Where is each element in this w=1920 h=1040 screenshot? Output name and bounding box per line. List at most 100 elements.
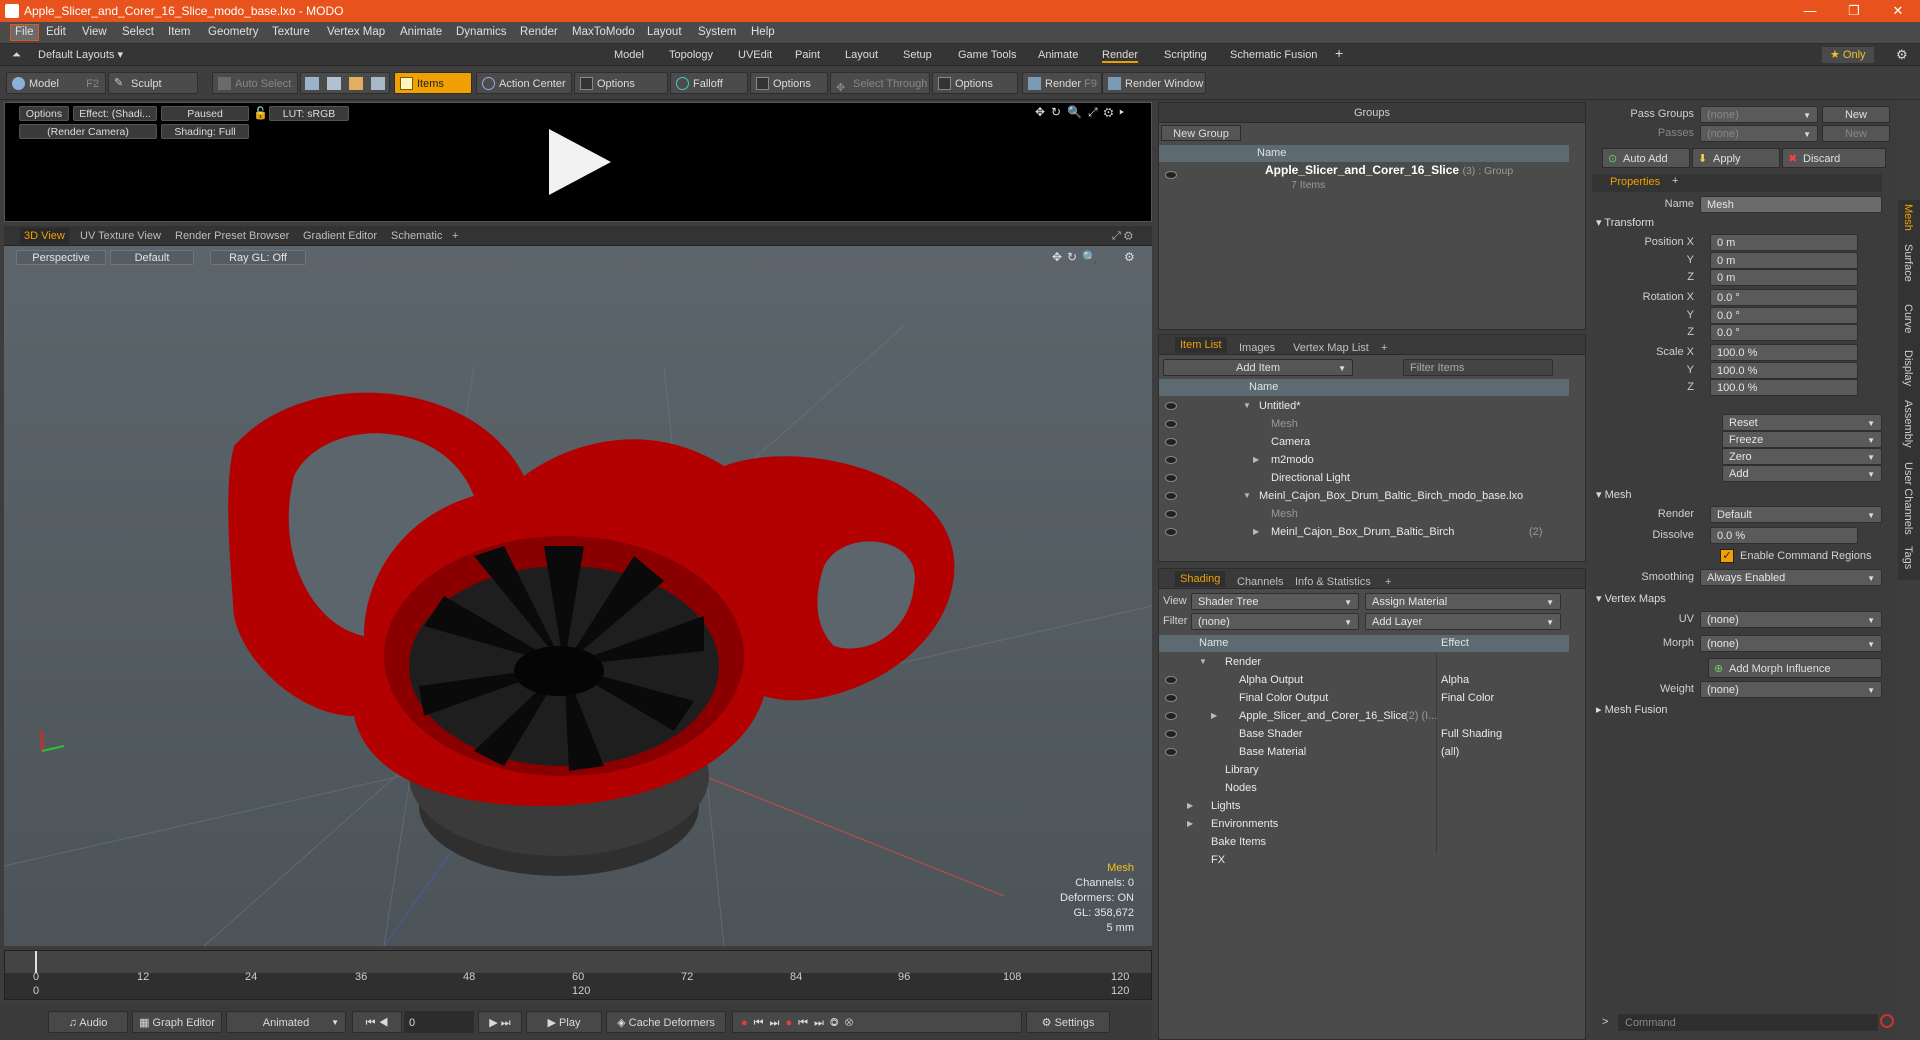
passes-dropdown[interactable]: (none) <box>1700 125 1818 143</box>
tab-properties[interactable]: Properties <box>1610 176 1660 188</box>
command-regions-checkbox[interactable]: ✓ <box>1720 549 1734 563</box>
tab-uvedit[interactable]: UVEdit <box>738 47 772 63</box>
action-center-options-button[interactable]: Options <box>574 72 668 94</box>
menu-help[interactable]: Help <box>751 26 775 38</box>
3d-viewport[interactable]: Perspective Default Ray GL: Off ✥↻🔍 ⚙ Me… <box>4 246 1152 946</box>
menu-render[interactable]: Render <box>520 26 558 38</box>
position-z-field[interactable]: 0 m <box>1710 269 1858 286</box>
add-dropdown[interactable]: Add <box>1722 465 1882 483</box>
visibility-eye-icon[interactable] <box>1165 510 1177 518</box>
timeline[interactable]: 0 12 24 36 48 60 72 84 96 108 120 0 120 … <box>4 950 1152 1000</box>
shader-tree-row[interactable]: Library <box>1159 761 1569 779</box>
shader-visibility-icon[interactable] <box>1165 694 1177 702</box>
item-list-row[interactable]: ▼ Untitled* <box>1159 397 1569 415</box>
render-window-button[interactable]: Render Window <box>1102 72 1206 94</box>
viewport-nav-controls[interactable]: ✥↻🔍 <box>1052 250 1102 264</box>
edges-mode-icon[interactable] <box>327 77 341 90</box>
item-list-row[interactable]: Camera <box>1159 433 1569 451</box>
menu-vertex-map[interactable]: Vertex Map <box>327 26 385 38</box>
smoothing-dropdown[interactable]: Always Enabled <box>1700 569 1882 587</box>
visibility-eye-icon[interactable] <box>1165 420 1177 428</box>
key-controls[interactable]: ●⏮⏭●⏮⏭◎⊗ <box>732 1011 1022 1033</box>
side-tab-mesh[interactable]: Mesh <box>1902 204 1914 231</box>
playhead[interactable] <box>35 951 37 973</box>
shader-tree-row[interactable]: Base Shader Full Shading <box>1159 725 1569 743</box>
side-tab-assembly[interactable]: Assembly <box>1902 400 1914 448</box>
transport-back-buttons[interactable]: ⏮ ◀ <box>352 1011 402 1033</box>
preview-view-controls[interactable]: ✥↻🔍⤢⚙▸ <box>1035 105 1130 120</box>
render-camera-dropdown[interactable]: (Render Camera) <box>19 124 157 139</box>
menu-layout[interactable]: Layout <box>647 26 682 38</box>
lock-icon[interactable]: 🔓 <box>253 106 268 120</box>
side-tab-surface[interactable]: Surface <box>1902 244 1914 282</box>
expand-arrow-icon[interactable]: ▶ <box>1253 451 1259 469</box>
shader-effect-value[interactable]: (all) <box>1441 743 1459 761</box>
shader-tree-row[interactable]: Final Color Output Final Color <box>1159 689 1569 707</box>
item-list-row[interactable]: Mesh <box>1159 415 1569 433</box>
items-mode-button[interactable]: Items <box>394 72 472 94</box>
command-record-icon[interactable] <box>1880 1014 1894 1028</box>
transport-forward-buttons[interactable]: ▶ ⏭ <box>478 1011 522 1033</box>
falloff-button[interactable]: Falloff <box>670 72 748 94</box>
shader-visibility-icon[interactable] <box>1165 748 1177 756</box>
visibility-eye-icon[interactable] <box>1165 438 1177 446</box>
shader-tree-dropdown[interactable]: Shader Tree <box>1191 593 1359 611</box>
layout-gear-icon[interactable]: ⚙ <box>1896 47 1908 63</box>
mesh-section[interactable]: ▾ Mesh <box>1596 488 1631 501</box>
side-tab-display[interactable]: Display <box>1902 350 1914 386</box>
scale-y-field[interactable]: 100.0 % <box>1710 362 1858 379</box>
action-center-button[interactable]: Action Center <box>476 72 572 94</box>
add-list-tab[interactable]: + <box>1381 338 1387 358</box>
command-input[interactable]: Command <box>1618 1014 1878 1031</box>
falloff-options-button[interactable]: Options <box>750 72 828 94</box>
shader-tree-row[interactable]: FX <box>1159 851 1569 869</box>
menu-select[interactable]: Select <box>122 26 154 38</box>
visibility-eye-icon[interactable] <box>1165 492 1177 500</box>
zero-dropdown[interactable]: Zero <box>1722 448 1882 466</box>
tab-schematic[interactable]: Schematic <box>391 230 442 242</box>
maximize-button[interactable]: ❐ <box>1832 0 1876 22</box>
timeline-ruler[interactable] <box>5 951 1151 973</box>
select-through-button[interactable]: ✥ Select Through <box>830 72 930 94</box>
position-x-field[interactable]: 0 m <box>1710 234 1858 251</box>
scale-x-field[interactable]: 100.0 % <box>1710 344 1858 361</box>
visibility-eye-icon[interactable] <box>1165 456 1177 464</box>
tab-render[interactable]: Render <box>1102 47 1139 63</box>
shader-expand-arrow-icon[interactable]: ▼ <box>1199 653 1207 671</box>
rotation-z-field[interactable]: 0.0 ° <box>1710 324 1858 341</box>
transform-section[interactable]: ▾ Transform <box>1596 216 1654 229</box>
menu-file[interactable]: File <box>10 24 39 41</box>
filter-dropdown[interactable]: (none) <box>1191 613 1359 631</box>
add-layer-dropdown[interactable]: Add Layer <box>1365 613 1561 631</box>
tab-animate[interactable]: Animate <box>1038 47 1078 63</box>
vertices-mode-icon[interactable] <box>305 77 319 90</box>
rotation-y-field[interactable]: 0.0 ° <box>1710 307 1858 324</box>
item-list-row[interactable]: ▼ Meinl_Cajon_Box_Drum_Baltic_Birch_modo_… <box>1159 487 1569 505</box>
shader-tree-row[interactable]: ▼ Render <box>1159 653 1569 671</box>
menu-maxtomodo[interactable]: MaxToModo <box>572 26 635 38</box>
tab-item-list[interactable]: Item List <box>1175 337 1227 353</box>
only-toggle[interactable]: ★ Only <box>1822 47 1874 63</box>
reset-dropdown[interactable]: Reset <box>1722 414 1882 432</box>
vertex-maps-section[interactable]: ▾ Vertex Maps <box>1596 592 1666 605</box>
shader-visibility-icon[interactable] <box>1165 712 1177 720</box>
viewport-gear-icon[interactable]: ⚙ <box>1124 250 1135 264</box>
default-layouts-dropdown[interactable]: Default Layouts ▾ <box>38 47 123 63</box>
shading-dropdown[interactable]: Shading: Full <box>161 124 249 139</box>
morph-dropdown[interactable]: (none) <box>1700 635 1882 653</box>
visibility-eye-icon[interactable] <box>1165 528 1177 536</box>
shader-expand-arrow-icon[interactable]: ▶ <box>1211 707 1217 725</box>
perspective-dropdown[interactable]: Perspective <box>16 250 106 265</box>
select-through-options-button[interactable]: Options <box>932 72 1018 94</box>
tab-model[interactable]: Model <box>614 47 644 63</box>
raygl-toggle[interactable]: Ray GL: Off <box>210 250 306 265</box>
graph-editor-button[interactable]: ▦ Graph Editor <box>132 1011 222 1033</box>
shader-tree-row[interactable]: ▶ Apple_Slicer_and_Corer_16_Slice (2) (I..… <box>1159 707 1569 725</box>
apply-button[interactable]: ⬇ Apply <box>1692 148 1780 168</box>
visibility-eye-icon[interactable] <box>1165 402 1177 410</box>
tab-scripting[interactable]: Scripting <box>1164 47 1207 63</box>
tab-uv-texture-view[interactable]: UV Texture View <box>80 230 161 242</box>
minimize-button[interactable]: — <box>1788 0 1832 22</box>
cache-deformers-button[interactable]: ◈ Cache Deformers <box>606 1011 726 1033</box>
add-viewport-tab[interactable]: + <box>452 230 458 242</box>
